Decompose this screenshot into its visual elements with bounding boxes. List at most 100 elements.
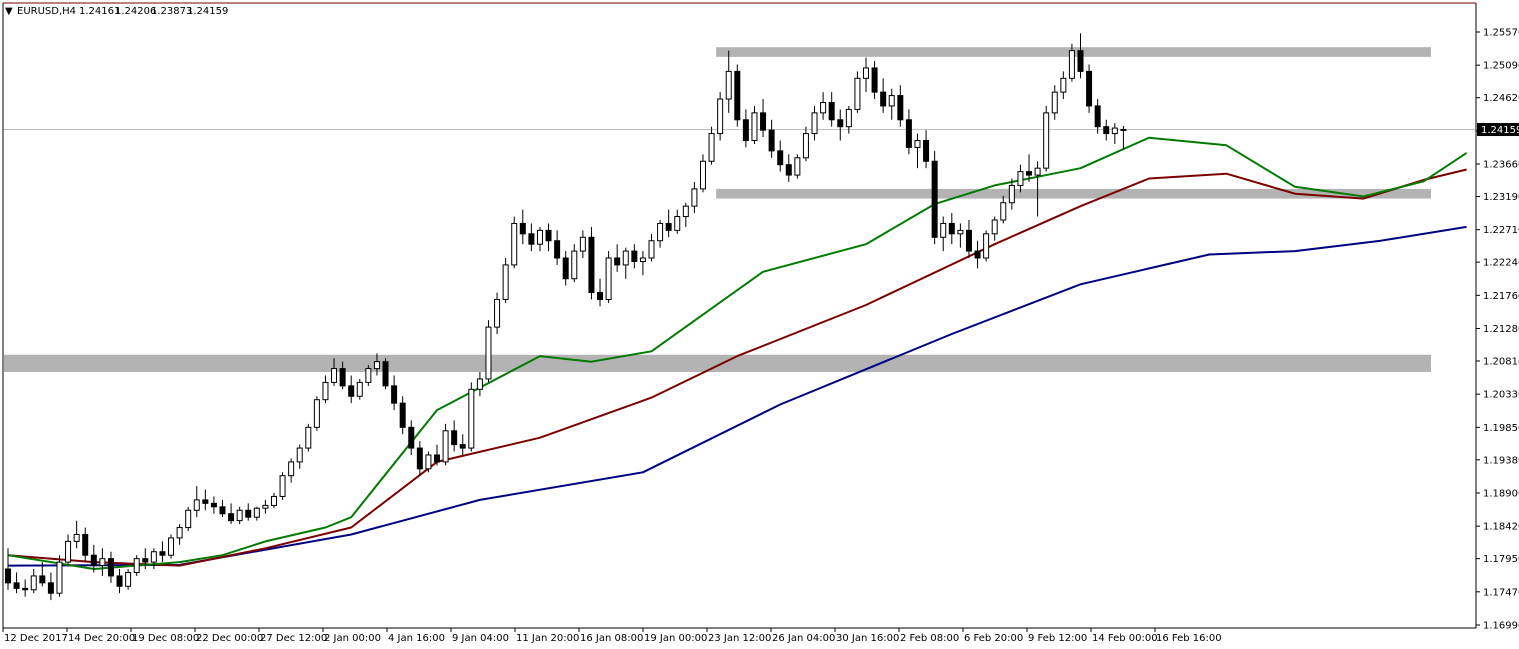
candle — [485, 320, 492, 383]
candle — [356, 378, 363, 400]
candle — [1043, 105, 1050, 172]
candle-body-bull — [914, 140, 921, 148]
x-tick-label: 27 Dec 12:00 — [260, 633, 327, 644]
candle-body-bull — [322, 381, 329, 401]
y-tick-label: 1.19380 — [1483, 455, 1519, 466]
x-tick-label: 14 Dec 20:00 — [68, 633, 135, 644]
candle-body-bear — [931, 160, 938, 238]
candle-body-bull — [279, 475, 286, 497]
candle-body-bear — [142, 558, 149, 563]
chart-background — [0, 0, 1519, 649]
candle-body-bear — [399, 402, 406, 428]
candle-body-bear — [228, 513, 235, 522]
candle-body-bear — [785, 164, 792, 176]
y-tick-label: 1.25570 — [1483, 28, 1519, 39]
x-tick-label: 2 Jan 00:00 — [324, 633, 381, 644]
candle — [468, 382, 475, 452]
candle — [365, 365, 372, 386]
y-tick-label: 1.22240 — [1483, 258, 1519, 269]
candle-body-bull — [288, 461, 295, 477]
candle-body-bear — [391, 385, 398, 404]
candle-body-bull — [1043, 112, 1050, 169]
candle — [717, 92, 724, 141]
candle-body-bull — [65, 540, 72, 563]
price-chart[interactable]: 1.255701.250901.246201.241401.236601.231… — [0, 0, 1519, 649]
candle — [734, 64, 741, 127]
x-tick-label: 6 Feb 20:00 — [964, 633, 1023, 644]
x-tick-label: 16 Jan 08:00 — [580, 633, 643, 644]
candle — [133, 555, 140, 576]
candle-body-bear — [545, 229, 552, 242]
candle-body-bull — [56, 561, 63, 594]
candle-body-bull — [193, 499, 200, 511]
candle-body-bull — [485, 326, 492, 380]
candle-body-bear — [948, 222, 955, 235]
x-tick-label: 30 Jan 16:00 — [836, 633, 899, 644]
candle-body-bull — [494, 298, 501, 328]
candle — [313, 396, 320, 431]
current-price-label: 1.24159 — [1477, 123, 1519, 137]
candle-body-bull — [1051, 91, 1058, 114]
x-tick-label: 12 Dec 2017 — [4, 633, 68, 644]
candle-body-bull — [708, 133, 715, 162]
candle-body-bear — [116, 575, 123, 587]
candle-body-bull — [854, 77, 861, 110]
candle-body-bull — [1017, 171, 1024, 186]
candle-body-bear — [1077, 50, 1084, 72]
candle-body-bull — [725, 70, 732, 100]
candle-body-bear — [1103, 126, 1110, 135]
candle-body-bear — [451, 430, 458, 446]
candle-body-bear — [382, 361, 389, 387]
candle-body-bear — [219, 506, 226, 515]
candle-body-bull — [639, 257, 646, 262]
candle-body-bull — [125, 571, 132, 587]
candle-body-bull — [888, 95, 895, 107]
candle — [168, 534, 175, 559]
candle — [382, 358, 389, 390]
candle-body-bull — [133, 558, 140, 573]
candle-body-bull — [751, 112, 758, 142]
candle-body-bull — [262, 504, 269, 509]
candle-body-bear — [614, 257, 621, 266]
price-zone-3 — [4, 354, 1431, 373]
candle-body-bear — [588, 236, 595, 294]
candle-body-bear — [245, 509, 252, 518]
x-tick-label: 23 Jan 12:00 — [708, 633, 771, 644]
y-tick-label: 1.24620 — [1483, 93, 1519, 104]
candle-body-bull — [331, 368, 338, 383]
candle-body-bear — [416, 447, 423, 470]
candle-body-bull — [1008, 184, 1015, 204]
candle-body-bear — [554, 240, 561, 259]
y-tick-label: 1.22710 — [1483, 225, 1519, 236]
x-tick-label: 22 Dec 00:00 — [196, 633, 263, 644]
candle-body-bull — [648, 240, 655, 259]
x-tick-label: 19 Dec 08:00 — [132, 633, 199, 644]
candle-body-bear — [13, 582, 20, 589]
candle-body-bull — [425, 454, 432, 470]
y-tick-label: 1.18420 — [1483, 522, 1519, 533]
candle — [794, 154, 801, 179]
candle-body-bear — [597, 292, 604, 300]
candle-body-bull — [253, 507, 260, 518]
candle-body-bear — [665, 222, 672, 231]
y-tick-label: 1.17470 — [1483, 587, 1519, 598]
candle-body-bull — [794, 157, 801, 176]
candle-body-bear — [1026, 171, 1033, 176]
candle-body-bull — [991, 219, 998, 235]
candle — [279, 472, 286, 500]
x-tick-label: 9 Feb 12:00 — [1028, 633, 1087, 644]
candle-body-bear — [923, 140, 930, 162]
candle-body-bull — [674, 216, 681, 231]
y-tick-label: 1.18900 — [1483, 488, 1519, 499]
candle-body-bull — [1034, 167, 1041, 176]
header-menu-arrow-icon[interactable]: ▼ — [5, 6, 13, 17]
candle-body-bull — [176, 527, 183, 539]
candle-body-bull — [185, 509, 192, 529]
candle-body-bull — [957, 229, 964, 235]
candle-body-bear — [777, 150, 784, 166]
candle — [185, 506, 192, 532]
y-tick-label: 1.20810 — [1483, 356, 1519, 367]
candle-body-bull — [983, 233, 990, 259]
current-price-label-text: 1.24159 — [1481, 125, 1519, 136]
candle-body-bear — [974, 250, 981, 259]
